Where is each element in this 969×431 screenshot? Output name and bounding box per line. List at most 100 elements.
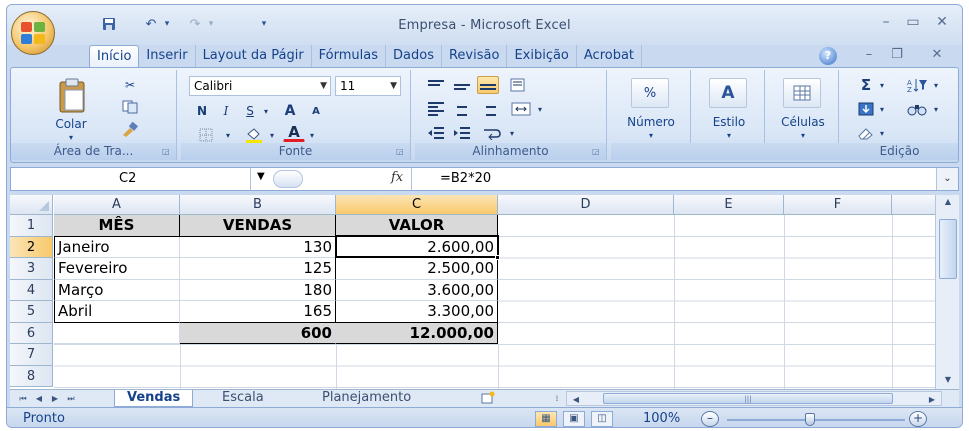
vertical-scrollbar[interactable]: ▲ ▼ — [935, 195, 959, 389]
percent-icon[interactable]: % — [631, 78, 669, 108]
align-center-icon[interactable] — [451, 100, 473, 118]
cut-icon[interactable]: ✂ — [119, 76, 141, 94]
format-painter-icon[interactable] — [119, 120, 141, 138]
tab-revisao[interactable]: Revisão — [442, 45, 508, 67]
tab-formulas[interactable]: Fórmulas — [312, 45, 387, 67]
paste-button[interactable]: Colar — [45, 116, 97, 132]
merge-dropdown-icon[interactable]: ▾ — [535, 100, 545, 118]
fill-color-icon[interactable] — [241, 126, 267, 144]
row-header-6[interactable]: 6 — [10, 322, 53, 344]
row-header-7[interactable]: 7 — [10, 344, 53, 366]
fill-icon[interactable] — [855, 100, 877, 118]
normal-view-icon[interactable]: ▦ — [535, 411, 557, 427]
scroll-down-icon[interactable]: ▼ — [939, 373, 957, 387]
alignment-launcher-icon[interactable]: ◲ — [592, 147, 602, 157]
column-header-b[interactable]: B — [180, 195, 336, 215]
find-select-icon[interactable] — [903, 100, 931, 118]
sort-dropdown-icon[interactable]: ▾ — [931, 76, 941, 94]
table-cell[interactable]: 3.300,00 — [336, 301, 498, 323]
prev-sheet-icon[interactable]: ◀ — [32, 391, 46, 406]
italic-button[interactable]: I — [215, 102, 237, 120]
bold-button[interactable]: N — [191, 102, 213, 120]
page-layout-view-icon[interactable]: ▣ — [563, 411, 585, 427]
underline-button[interactable]: S — [239, 102, 261, 120]
increase-indent-icon[interactable] — [451, 124, 473, 142]
row-header-8[interactable]: 8 — [10, 365, 53, 387]
underline-dropdown-icon[interactable]: ▾ — [261, 102, 271, 120]
wrap-dropdown-icon[interactable]: ▾ — [507, 124, 517, 142]
find-dropdown-icon[interactable]: ▾ — [931, 100, 941, 118]
borders-dropdown-icon[interactable]: ▾ — [223, 126, 233, 144]
column-header-c[interactable]: C — [336, 195, 498, 215]
next-sheet-icon[interactable]: ▶ — [48, 391, 62, 406]
table-cell[interactable]: 2.500,00 — [336, 258, 498, 280]
header-cell-mes[interactable]: MÊS — [54, 215, 180, 237]
zoom-slider-track[interactable] — [727, 419, 905, 421]
vertical-scroll-thumb[interactable] — [939, 219, 957, 279]
tab-split-handle[interactable]: ⁞ — [550, 391, 564, 406]
horizontal-scrollbar[interactable]: ◀ ||| ▶ — [566, 391, 942, 406]
table-cell[interactable]: 165 — [180, 301, 336, 323]
borders-icon[interactable] — [191, 126, 221, 144]
name-box-dropdown-icon[interactable]: ▼ — [257, 171, 265, 182]
tab-exibicao[interactable]: Exibição — [507, 45, 577, 67]
table-cell[interactable]: 125 — [180, 258, 336, 280]
select-all-button[interactable] — [10, 195, 53, 215]
align-left-icon[interactable] — [425, 100, 447, 118]
first-sheet-icon[interactable]: ⏮ — [16, 391, 30, 406]
font-color-button[interactable]: A — [283, 123, 305, 142]
table-cell[interactable]: 3.600,00 — [336, 279, 498, 301]
table-cell[interactable]: 180 — [180, 279, 336, 301]
header-cell-valor[interactable]: VALOR — [336, 215, 498, 237]
clear-dropdown-icon[interactable]: ▾ — [877, 124, 887, 142]
font-color-dropdown-icon[interactable]: ▾ — [307, 126, 317, 144]
orientation-icon[interactable] — [507, 76, 529, 94]
table-cell[interactable] — [54, 322, 180, 344]
doc-minimize-button[interactable]: – — [859, 47, 879, 65]
sort-filter-icon[interactable]: AZ — [903, 76, 931, 94]
autosum-icon[interactable]: Σ — [855, 76, 877, 94]
column-header-d[interactable]: D — [498, 195, 674, 215]
paste-icon[interactable] — [51, 74, 95, 118]
align-right-icon[interactable] — [477, 100, 499, 118]
office-button[interactable] — [11, 11, 55, 55]
help-icon[interactable]: ? — [819, 47, 837, 65]
table-cell[interactable]: 2.600,00 — [336, 236, 498, 258]
name-box[interactable]: C2 — [11, 168, 251, 190]
align-middle-icon[interactable] — [451, 76, 473, 94]
fill-handle[interactable] — [495, 255, 500, 260]
fill-color-dropdown-icon[interactable]: ▾ — [267, 126, 277, 144]
grow-font-button[interactable]: A — [279, 102, 301, 120]
tab-dados[interactable]: Dados — [386, 45, 442, 67]
clipboard-launcher-icon[interactable]: ◲ — [162, 147, 172, 157]
table-cell[interactable]: Fevereiro — [54, 258, 180, 280]
clear-eraser-icon[interactable] — [855, 124, 877, 142]
merge-center-icon[interactable] — [507, 100, 535, 118]
scroll-up-icon[interactable]: ▲ — [939, 195, 957, 209]
align-bottom-icon[interactable] — [477, 76, 499, 94]
maximize-button[interactable]: ▭ — [902, 14, 924, 32]
style-dropdown-icon[interactable]: ▾ — [723, 130, 735, 140]
doc-restore-button[interactable]: ❐ — [887, 47, 907, 65]
sheet-tab-vendas[interactable]: Vendas — [114, 390, 194, 407]
row-header-4[interactable]: 4 — [10, 279, 53, 301]
insert-sheet-icon[interactable] — [478, 391, 498, 406]
zoom-slider-thumb[interactable] — [805, 413, 815, 426]
autosum-dropdown-icon[interactable]: ▾ — [877, 76, 887, 94]
fill-dropdown-icon[interactable]: ▾ — [877, 100, 887, 118]
copy-icon[interactable] — [119, 98, 141, 116]
table-cell[interactable]: Abril — [54, 301, 180, 323]
zoom-in-icon[interactable]: + — [909, 411, 927, 427]
tab-inserir[interactable]: Inserir — [139, 45, 196, 67]
column-header-a[interactable]: A — [54, 195, 180, 215]
column-header-e[interactable]: E — [674, 195, 784, 215]
minimize-button[interactable]: – — [875, 14, 897, 32]
align-top-icon[interactable] — [425, 76, 447, 94]
style-icon[interactable]: A — [709, 78, 747, 108]
insert-function-icon[interactable]: fx — [391, 170, 403, 185]
formula-bar-handle[interactable] — [273, 170, 303, 188]
style-button[interactable]: Estilo — [697, 114, 761, 130]
row-header-5[interactable]: 5 — [10, 301, 53, 323]
number-button[interactable]: Número — [615, 114, 687, 130]
total-cell-vendas[interactable]: 600 — [180, 322, 336, 344]
